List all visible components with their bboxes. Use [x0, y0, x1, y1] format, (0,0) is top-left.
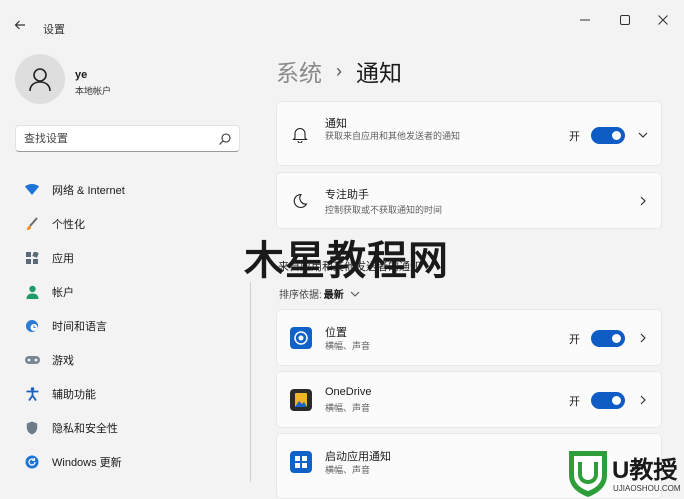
sidebar-item-accessibility[interactable]: 辅助功能 — [15, 377, 243, 411]
app-notification-location[interactable]: 位置 横幅、声音 开 — [276, 309, 662, 366]
breadcrumb-separator: › — [336, 60, 342, 81]
shield-icon — [24, 420, 40, 436]
breadcrumb-parent[interactable]: 系统 — [276, 54, 322, 88]
app-description: 横幅、声音 — [325, 465, 371, 475]
search-box[interactable] — [15, 125, 240, 152]
app-description: 横幅、声音 — [325, 403, 371, 413]
sidebar-item-label: 辅助功能 — [52, 389, 96, 401]
app-title: 位置 — [325, 327, 347, 339]
sidebar-item-privacy[interactable]: 隐私和安全性 — [15, 411, 243, 445]
bell-icon — [290, 124, 310, 144]
minimize-icon — [580, 19, 590, 21]
sidebar-item-label: 游戏 — [52, 355, 74, 367]
focus-assist-card[interactable]: 专注助手 控制获取或不获取通知的时间 — [276, 172, 662, 229]
breadcrumb: 系统 › 通知 — [276, 56, 402, 86]
person-icon — [24, 284, 40, 300]
watermark-logo-url: UJIAOSHOU.COM — [613, 484, 681, 493]
maximize-button[interactable] — [610, 10, 640, 32]
search-icon[interactable] — [218, 132, 232, 146]
watermark-logo-text: U教授 — [612, 457, 678, 484]
update-icon — [24, 454, 40, 470]
person-icon — [29, 68, 51, 92]
close-icon — [658, 15, 668, 25]
user-name: ye — [75, 69, 88, 81]
onedrive-icon — [290, 389, 312, 411]
chevron-down-icon — [350, 291, 360, 297]
watermark-logo: U教授 UJIAOSHOU.COM — [566, 444, 684, 499]
moon-icon — [290, 191, 310, 211]
chevron-down-icon[interactable] — [637, 129, 649, 141]
sidebar-item-label: 网络 & Internet — [52, 185, 125, 197]
back-arrow-icon — [14, 20, 25, 30]
sidebar-item-label: 应用 — [52, 253, 74, 265]
sidebar-item-time-language[interactable]: 时间和语言 — [15, 309, 243, 343]
sidebar-item-label: Windows 更新 — [52, 457, 122, 469]
apps-icon — [24, 250, 40, 266]
sort-dropdown[interactable]: 排序依据: 最新 — [279, 286, 361, 301]
notifications-title: 通知 — [325, 118, 347, 130]
toggle-state-label: 开 — [569, 334, 580, 346]
focus-assist-description: 控制获取或不获取通知的时间 — [325, 205, 443, 215]
sidebar-divider — [250, 282, 251, 482]
account-type: 本地帐户 — [75, 86, 112, 96]
back-button[interactable] — [10, 17, 30, 37]
accessibility-icon — [24, 386, 40, 402]
shield-logo-icon — [569, 451, 607, 497]
chevron-right-icon[interactable] — [637, 394, 649, 406]
close-button[interactable] — [648, 10, 678, 32]
chevron-right-icon[interactable] — [637, 332, 649, 344]
app-title: 设置 — [43, 24, 65, 36]
app-title: OneDrive — [325, 386, 372, 398]
app-title: 启动应用通知 — [325, 451, 391, 463]
startup-apps-icon — [290, 451, 312, 473]
sidebar-item-personalization[interactable]: 个性化 — [15, 207, 243, 241]
sort-value: 最新 — [323, 290, 344, 301]
page-title: 通知 — [356, 60, 402, 86]
chevron-right-icon[interactable] — [637, 195, 649, 207]
maximize-icon — [620, 15, 630, 25]
notifications-description: 获取来自应用和其他发送者的通知 — [325, 131, 461, 141]
sidebar-item-label: 隐私和安全性 — [52, 423, 118, 435]
toggle-state-label: 开 — [569, 131, 580, 143]
onedrive-toggle[interactable] — [591, 392, 625, 409]
gamepad-icon — [24, 352, 40, 368]
sidebar-item-gaming[interactable]: 游戏 — [15, 343, 243, 377]
search-input[interactable] — [24, 132, 204, 146]
minimize-button[interactable] — [570, 10, 600, 32]
sort-label: 排序依据: — [279, 290, 322, 301]
avatar[interactable] — [15, 54, 65, 104]
sidebar-item-network[interactable]: 网络 & Internet — [15, 173, 243, 207]
sidebar-item-label: 个性化 — [52, 219, 85, 231]
location-toggle[interactable] — [591, 330, 625, 347]
brush-icon — [24, 216, 40, 232]
globe-clock-icon — [24, 318, 40, 334]
focus-assist-title: 专注助手 — [325, 189, 369, 201]
sidebar-item-accounts[interactable]: 帐户 — [15, 275, 243, 309]
watermark-text: 木星教程网 — [244, 239, 449, 283]
notifications-toggle[interactable] — [591, 127, 625, 144]
sidebar-nav: 网络 & Internet 个性化 应用 帐户 时间和语言 游戏 辅助功能 隐私… — [15, 173, 243, 479]
settings-window: 设置 ye 本地帐户 网络 & Internet 个性化 应用 — [0, 0, 684, 499]
app-notification-onedrive[interactable]: OneDrive 横幅、声音 开 — [276, 371, 662, 428]
sidebar-item-apps[interactable]: 应用 — [15, 241, 243, 275]
sidebar-item-label: 时间和语言 — [52, 321, 107, 333]
notifications-card[interactable]: 通知 获取来自应用和其他发送者的通知 开 — [276, 101, 662, 166]
wifi-icon — [24, 182, 40, 198]
app-description: 横幅、声音 — [325, 341, 371, 351]
sidebar-item-label: 帐户 — [52, 287, 74, 299]
title-bar: 设置 — [0, 0, 684, 40]
toggle-state-label: 开 — [569, 396, 580, 408]
location-icon — [290, 327, 312, 349]
sidebar-item-windows-update[interactable]: Windows 更新 — [15, 445, 243, 479]
